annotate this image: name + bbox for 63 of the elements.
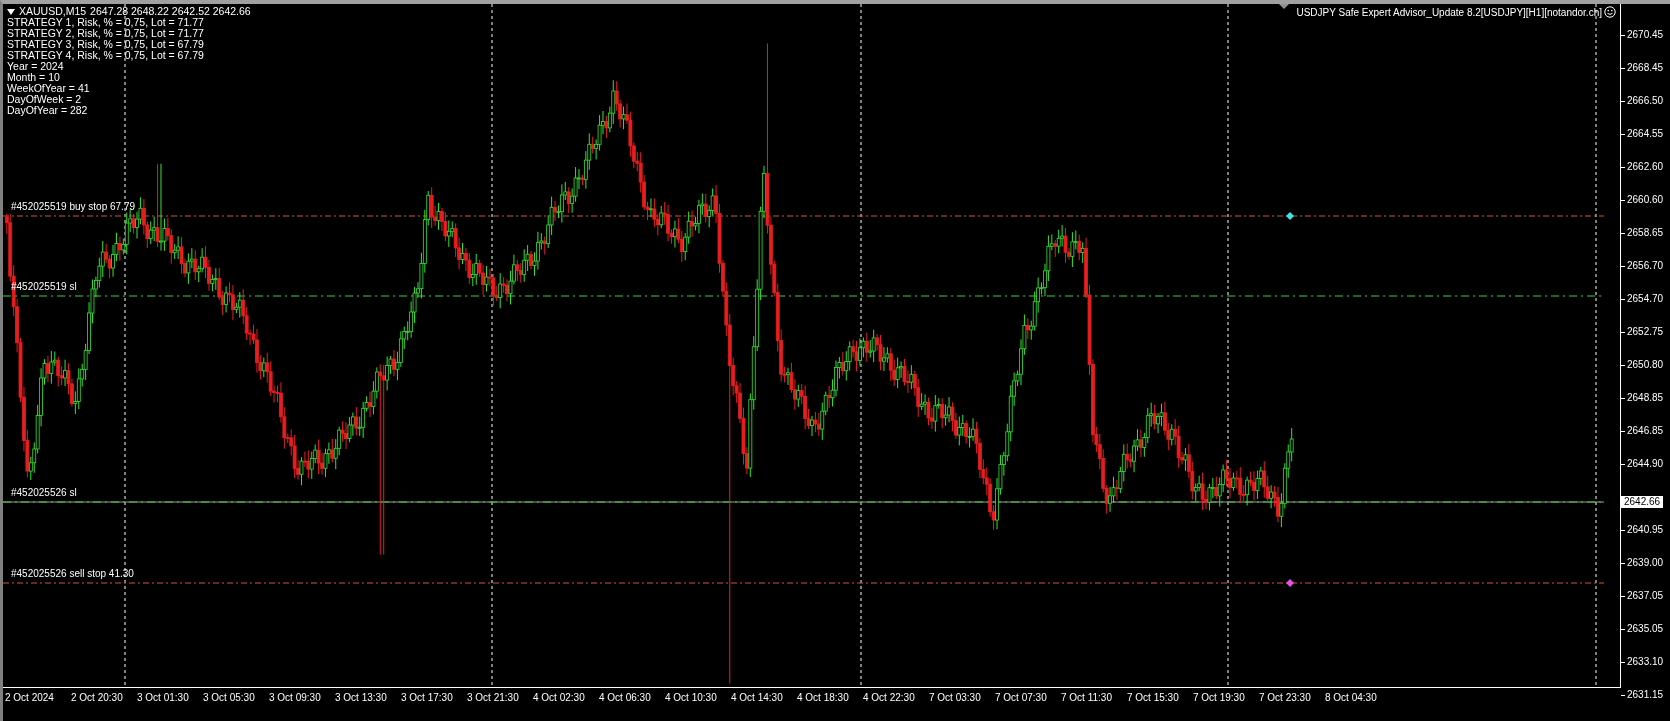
order-line-label: #452025526 sell stop 41.30 xyxy=(11,568,134,579)
price-label: 2650.80 xyxy=(1627,359,1664,370)
price-label: 2652.75 xyxy=(1627,326,1664,337)
time-label: 7 Oct 11:30 xyxy=(1060,692,1113,705)
price-label: 2631.15 xyxy=(1627,689,1664,700)
time-label: 3 Oct 05:30 xyxy=(202,692,256,705)
time-label: 4 Oct 18:30 xyxy=(796,692,850,705)
current-price-tag: 2642.66 xyxy=(1621,496,1664,508)
time-label: 7 Oct 15:30 xyxy=(1126,692,1180,705)
time-label: 7 Oct 07:30 xyxy=(994,692,1048,705)
chart-area[interactable] xyxy=(3,4,1621,688)
time-label: 3 Oct 09:30 xyxy=(268,692,322,705)
price-label: 2656.70 xyxy=(1627,260,1664,271)
info-line: WeekOfYear = 41 xyxy=(7,83,91,94)
price-label: 2668.45 xyxy=(1627,62,1664,73)
chart-shift-icon[interactable] xyxy=(1279,4,1289,9)
time-label: 7 Oct 19:30 xyxy=(1192,692,1246,705)
order-line-label: #452025519 buy stop 67.79 xyxy=(11,201,135,212)
time-label: 2 Oct 2024 xyxy=(4,692,55,705)
info-line: STRATEGY 3, Risk, % = 0,75, Lot = 67.79 xyxy=(7,39,205,50)
price-label: 2660.60 xyxy=(1627,194,1664,205)
price-label: 2648.85 xyxy=(1627,392,1664,403)
time-label: 4 Oct 22:30 xyxy=(862,692,916,705)
info-line: STRATEGY 4, Risk, % = 0,75, Lot = 67.79 xyxy=(7,50,205,61)
price-label: 2644.90 xyxy=(1627,458,1664,469)
info-line: Month = 10 xyxy=(7,72,61,83)
collapse-triangle-icon[interactable] xyxy=(7,8,15,15)
time-label: 4 Oct 06:30 xyxy=(598,692,652,705)
time-label: 3 Oct 21:30 xyxy=(466,692,520,705)
info-line: DayOfYear = 282 xyxy=(7,105,89,116)
info-line: STRATEGY 1, Risk, % = 0,75, Lot = 71.77 xyxy=(7,17,205,28)
time-label: 4 Oct 10:30 xyxy=(664,692,718,705)
expert-advisor-title: USDJPY Safe Expert Advisor_Update 8.2[USDJPY][H1][notandor.ch] xyxy=(1296,6,1602,18)
time-label: 4 Oct 02:30 xyxy=(532,692,586,705)
time-label: 3 Oct 17:30 xyxy=(400,692,454,705)
price-label: 2646.85 xyxy=(1627,425,1664,436)
quote-values: 2647.28 2648.22 2642.52 2642.66 xyxy=(90,6,251,17)
time-label: 8 Oct 04:30 xyxy=(1324,692,1378,705)
price-label: 2658.65 xyxy=(1627,227,1664,238)
time-label: 7 Oct 23:30 xyxy=(1258,692,1312,705)
time-label: 3 Oct 13:30 xyxy=(334,692,388,705)
price-label: 2637.05 xyxy=(1627,590,1664,601)
price-label: 2664.55 xyxy=(1627,128,1664,139)
price-label: 2666.50 xyxy=(1627,95,1664,106)
diamond-icon[interactable] xyxy=(1286,212,1294,220)
symbol-label: XAUUSD,M15 xyxy=(19,6,87,17)
price-label: 2654.70 xyxy=(1627,293,1664,304)
info-line: DayOfWeek = 2 xyxy=(7,94,82,105)
price-label: 2635.05 xyxy=(1627,623,1664,634)
price-label: 2662.60 xyxy=(1627,161,1664,172)
time-label: 2 Oct 20:30 xyxy=(70,692,124,705)
info-line: STRATEGY 2, Risk, % = 0,75, Lot = 71.77 xyxy=(7,28,205,39)
smiley-icon xyxy=(1604,6,1616,18)
price-label: 2639.00 xyxy=(1627,557,1664,568)
diamond-icon[interactable] xyxy=(1286,579,1294,587)
price-label: 2633.10 xyxy=(1627,656,1664,667)
time-label: 3 Oct 01:30 xyxy=(136,692,190,705)
info-line: Year = 2024 xyxy=(7,61,65,72)
price-label: 2670.45 xyxy=(1627,29,1664,40)
order-line-label: #452025526 sl xyxy=(11,487,77,498)
price-label: 2640.95 xyxy=(1627,524,1664,535)
time-label: 7 Oct 03:30 xyxy=(928,692,982,705)
time-label: 4 Oct 14:30 xyxy=(730,692,784,705)
